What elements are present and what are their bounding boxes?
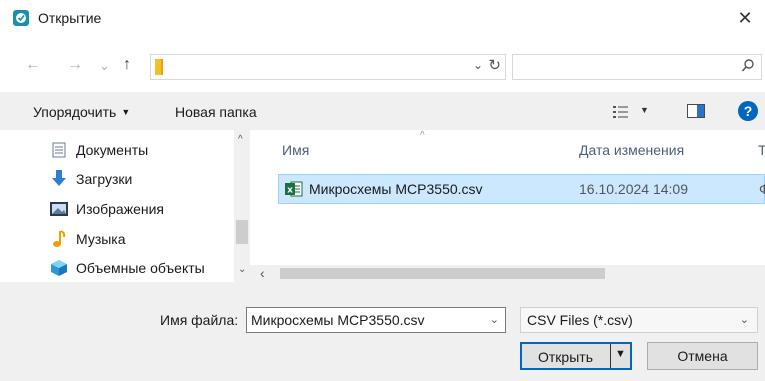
chevron-down-icon: ⌄ bbox=[739, 314, 749, 326]
file-type-filter-select[interactable]: CSV Files (*.csv) ⌄ bbox=[520, 307, 758, 333]
3d-objects-icon bbox=[50, 259, 68, 277]
excel-file-icon: x bbox=[285, 181, 303, 197]
file-row[interactable]: x Микросхемы MCP3550.csv 16.10.2024 14:0… bbox=[278, 174, 765, 204]
horizontal-scrollbar[interactable]: ‹ bbox=[250, 265, 765, 282]
scroll-up-icon[interactable]: ^ bbox=[238, 134, 243, 145]
nav-item-label: Загрузки bbox=[76, 171, 133, 187]
window-title: Открытие bbox=[38, 10, 102, 26]
column-header-date[interactable]: Дата изменения bbox=[579, 142, 684, 158]
scroll-down-icon[interactable]: ⌄ bbox=[238, 264, 246, 275]
documents-icon bbox=[50, 141, 68, 159]
split-divider bbox=[610, 344, 611, 368]
chevron-down-icon[interactable]: ⌄ bbox=[490, 313, 499, 326]
file-name: Микросхемы MCP3550.csv bbox=[309, 181, 483, 197]
column-header-type[interactable]: Т bbox=[758, 142, 765, 158]
organize-button[interactable]: Упорядочить ▼ bbox=[33, 104, 130, 120]
address-dropdown-button[interactable]: ⌄ bbox=[473, 58, 483, 72]
up-button[interactable]: ↑ bbox=[123, 56, 131, 74]
cancel-button[interactable]: Отмена bbox=[647, 342, 758, 370]
filename-value: Микросхемы MCP3550.csv bbox=[251, 312, 425, 328]
nav-item-label: Изображения bbox=[76, 201, 164, 217]
column-header-name[interactable]: Имя bbox=[282, 142, 309, 158]
refresh-button[interactable]: ↻ bbox=[488, 56, 501, 74]
view-options-icon[interactable] bbox=[613, 105, 629, 119]
organize-label: Упорядочить bbox=[33, 104, 117, 120]
search-icon bbox=[741, 59, 754, 72]
view-dropdown-icon[interactable]: ▼ bbox=[640, 105, 649, 115]
nav-item-downloads[interactable]: Загрузки bbox=[0, 164, 232, 194]
address-bar[interactable]: ⌄ ↻ bbox=[150, 54, 506, 80]
chevron-down-icon: ▼ bbox=[121, 107, 131, 117]
open-button[interactable]: Открыть ▼ bbox=[520, 342, 632, 370]
file-type-filter-value: CSV Files (*.csv) bbox=[527, 312, 633, 328]
open-button-label: Открыть bbox=[538, 349, 593, 365]
command-toolbar: Упорядочить ▼ Новая папка ▼ ? bbox=[0, 92, 765, 130]
open-dropdown-icon[interactable]: ▼ bbox=[615, 348, 626, 360]
nav-item-label: Документы bbox=[76, 142, 149, 158]
back-button[interactable]: ← bbox=[25, 56, 41, 74]
file-list: ^ Имя Дата изменения Т x Микросхемы MCP3… bbox=[250, 130, 765, 282]
forward-button[interactable]: → bbox=[67, 56, 83, 74]
close-icon: ✕ bbox=[737, 7, 753, 28]
address-row: ← → ⌄ ↑ ⌄ ↻ bbox=[0, 36, 765, 92]
file-date: 16.10.2024 14:09 bbox=[579, 181, 688, 197]
preview-pane-icon[interactable] bbox=[687, 104, 705, 118]
filename-input[interactable]: Микросхемы MCP3550.csv ⌄ bbox=[246, 307, 506, 333]
help-icon[interactable]: ? bbox=[738, 101, 758, 121]
navigation-pane: Документы Загрузки Изображения Музыка Об… bbox=[0, 130, 250, 282]
filename-label: Имя файла: bbox=[160, 312, 239, 328]
search-input[interactable] bbox=[512, 54, 762, 80]
nav-item-3d-objects[interactable]: Объемные объекты bbox=[0, 253, 232, 283]
file-type: Ф bbox=[759, 181, 765, 197]
nav-item-documents[interactable]: Документы bbox=[0, 135, 232, 165]
sort-ascending-icon: ^ bbox=[420, 130, 425, 141]
scrollbar-thumb[interactable] bbox=[236, 220, 248, 244]
nav-item-label: Объемные объекты bbox=[76, 260, 205, 276]
nav-item-pictures[interactable]: Изображения bbox=[0, 194, 232, 224]
svg-text:x: x bbox=[287, 186, 293, 196]
app-icon bbox=[13, 10, 29, 26]
nav-item-music[interactable]: Музыка bbox=[0, 224, 232, 254]
dialog-footer: Имя файла: Микросхемы MCP3550.csv ⌄ CSV … bbox=[0, 282, 765, 381]
pictures-icon bbox=[50, 200, 68, 218]
scroll-left-icon[interactable]: ‹ bbox=[260, 265, 265, 281]
title-bar: Открытие ✕ bbox=[0, 0, 765, 36]
downloads-icon bbox=[50, 170, 68, 188]
music-icon bbox=[50, 230, 68, 248]
scrollbar-thumb[interactable] bbox=[280, 268, 605, 279]
folder-icon bbox=[155, 59, 163, 75]
new-folder-button[interactable]: Новая папка bbox=[175, 104, 257, 120]
nav-item-label: Музыка bbox=[76, 231, 126, 247]
close-button[interactable]: ✕ bbox=[725, 0, 765, 36]
nav-scrollbar[interactable]: ^ ⌄ bbox=[234, 130, 250, 282]
recent-locations-button[interactable]: ⌄ bbox=[99, 58, 110, 74]
